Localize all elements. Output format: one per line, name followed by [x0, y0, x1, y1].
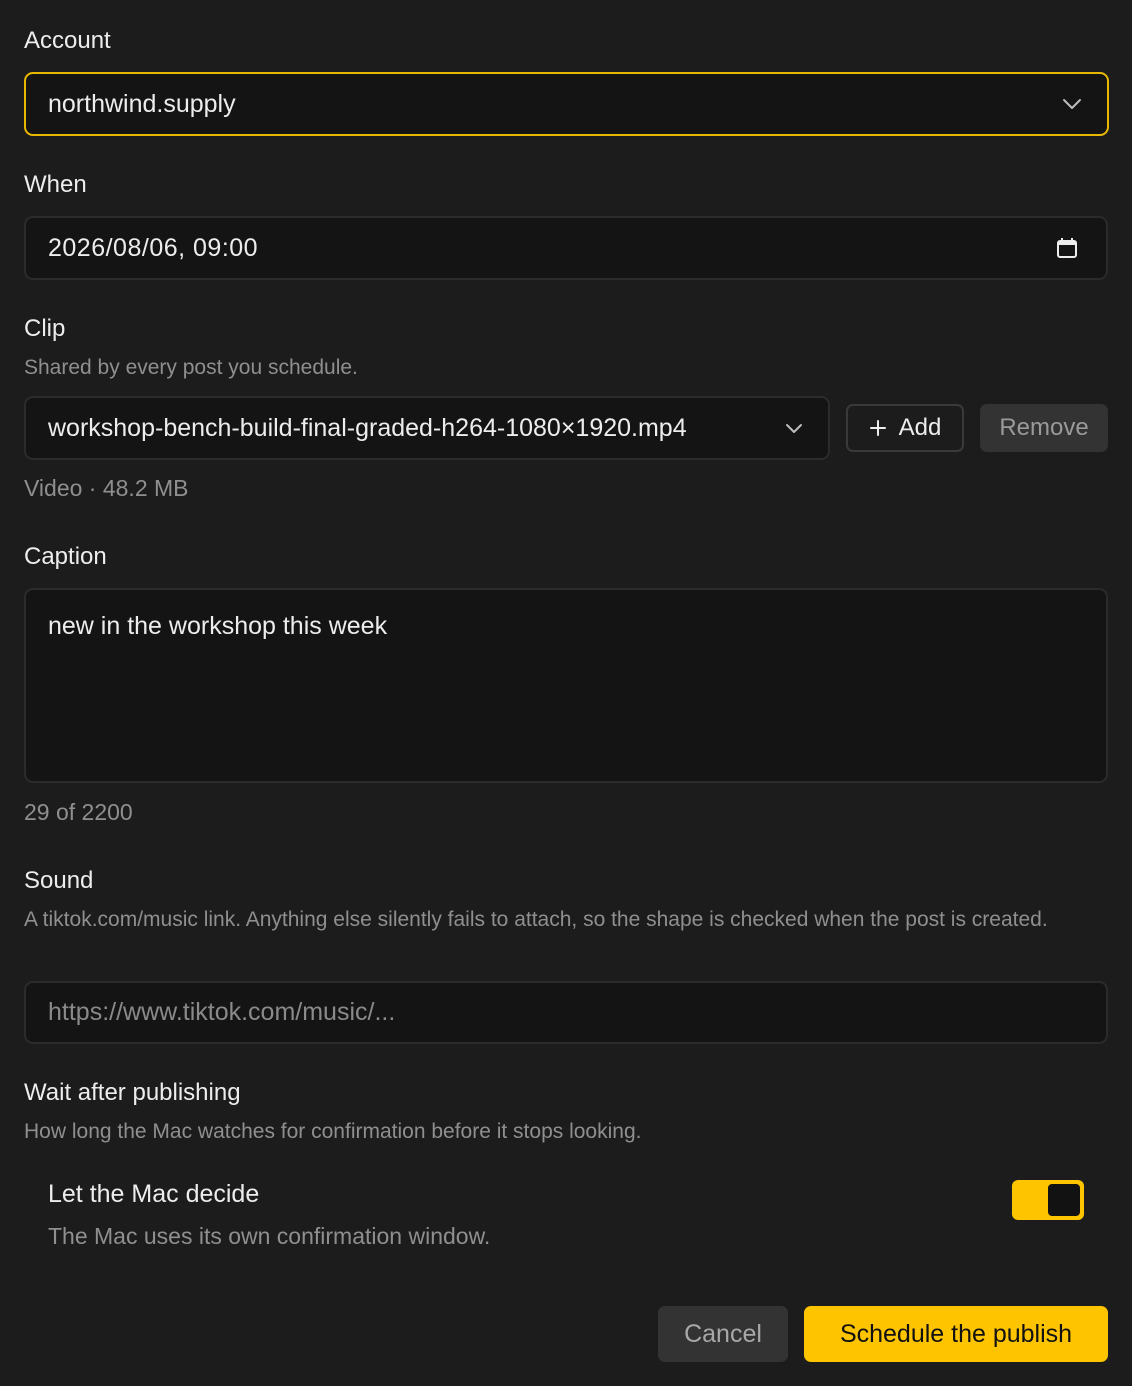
when-datetime-value: 2026/08/06, 09:00	[48, 233, 259, 262]
add-clip-label: Add	[898, 414, 942, 441]
let-mac-decide-toggle[interactable]	[1012, 1180, 1084, 1220]
sound-label: Sound	[24, 867, 94, 894]
add-clip-button[interactable]: Add	[846, 404, 964, 452]
wait-label: Wait after publishing	[24, 1079, 241, 1106]
when-label: When	[24, 171, 87, 198]
caption-text: new in the workshop this week	[48, 612, 388, 640]
schedule-publish-button[interactable]: Schedule the publish	[804, 1306, 1108, 1362]
let-mac-decide-description: The Mac uses its own confirmation window…	[48, 1223, 491, 1249]
wait-hint: How long the Mac watches for confirmatio…	[24, 1120, 642, 1143]
toggle-knob	[1048, 1184, 1080, 1216]
account-label: Account	[24, 27, 111, 54]
schedule-post-form: Account northwind.supply When 2026/08/06…	[0, 0, 1132, 1386]
when-datetime-input[interactable]: 2026/08/06, 09:00	[24, 216, 1108, 280]
caption-counter: 29 of 2200	[24, 799, 133, 825]
account-select[interactable]: northwind.supply	[24, 72, 1109, 136]
calendar-icon[interactable]	[1028, 218, 1106, 278]
caption-label: Caption	[24, 543, 107, 570]
clip-meta: Video · 48.2 MB	[24, 475, 189, 501]
plus-icon	[869, 419, 887, 437]
clip-select[interactable]: workshop-bench-build-final-graded-h264-1…	[24, 396, 830, 460]
sound-link-placeholder: https://www.tiktok.com/music/...	[48, 998, 396, 1026]
clip-select-value: workshop-bench-build-final-graded-h264-1…	[48, 413, 687, 442]
clip-hint: Shared by every post you schedule.	[24, 356, 358, 379]
clip-label: Clip	[24, 315, 66, 342]
cancel-label: Cancel	[684, 1319, 762, 1348]
let-mac-decide-title: Let the Mac decide	[48, 1180, 260, 1208]
caption-textarea[interactable]: new in the workshop this week	[24, 588, 1108, 783]
chevron-down-icon	[1037, 74, 1107, 134]
sound-link-input[interactable]: https://www.tiktok.com/music/...	[24, 981, 1108, 1044]
remove-clip-label: Remove	[999, 414, 1089, 441]
chevron-down-icon	[760, 398, 828, 458]
schedule-publish-label: Schedule the publish	[839, 1319, 1073, 1348]
remove-clip-button[interactable]: Remove	[980, 404, 1108, 452]
account-select-value: northwind.supply	[48, 89, 236, 118]
sound-hint: A tiktok.com/music link. Anything else s…	[24, 908, 1048, 931]
cancel-button[interactable]: Cancel	[658, 1306, 788, 1362]
